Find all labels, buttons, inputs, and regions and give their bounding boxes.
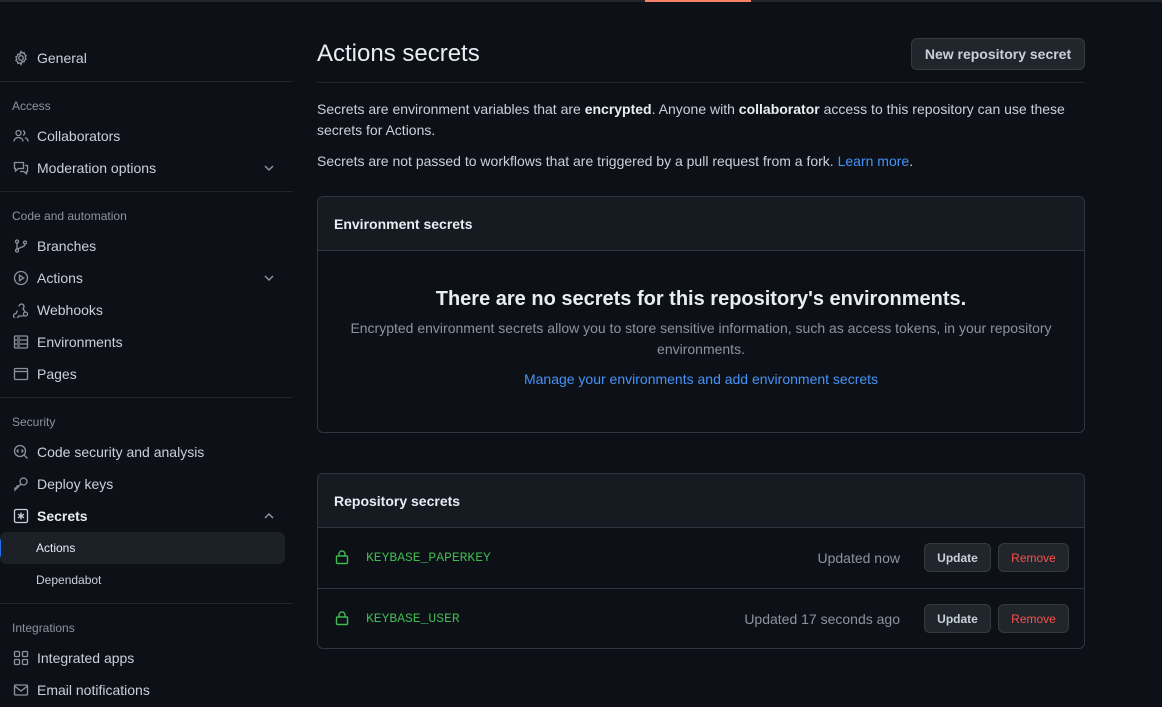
sidebar-item-email-notifications[interactable]: Email notifications [0,674,293,706]
sidebar-item-code-security[interactable]: Code security and analysis [0,436,293,468]
chevron-down-icon[interactable] [261,270,277,286]
sidebar-item-label: Moderation options [37,160,157,176]
sidebar-item-label: Branches [37,238,97,254]
page-title: Actions secrets [317,40,480,67]
sidebar-item-actions[interactable]: Actions [0,262,293,294]
sidebar-item-label: Email notifications [37,682,150,698]
secret-row: KEYBASE_USER Updated 17 seconds ago Upda… [318,588,1084,648]
sidebar-item-deploy-keys[interactable]: Deploy keys [0,468,293,500]
sidebar-divider [0,81,293,82]
secret-list: KEYBASE_PAPERKEY Updated now Update Remo… [318,528,1084,648]
mail-icon [12,681,30,699]
remove-secret-button[interactable]: Remove [998,604,1069,633]
new-repository-secret-button[interactable]: New repository secret [911,38,1085,70]
section-title-security: Security [12,415,56,429]
sidebar-item-moderation[interactable]: Moderation options [0,152,293,184]
comment-discussion-icon [12,159,30,177]
settings-sidebar: General Access Collaborators Moderation … [0,0,293,707]
empty-state-description: Encrypted environment secrets allow you … [350,320,1052,357]
webhook-icon [12,301,30,319]
sidebar-item-label: Collaborators [37,128,121,144]
sidebar-item-label: General [37,50,87,66]
lock-icon [335,611,349,626]
section-title-access: Access [12,99,51,113]
lock-icon [335,550,349,565]
active-tab-indicator [645,0,751,2]
learn-more-link[interactable]: Learn more [838,153,910,169]
title-divider [317,82,1085,83]
gear-icon [12,49,30,67]
secret-updated-time: Updated 17 seconds ago [744,611,900,627]
sidebar-item-label: Dependabot [36,573,102,587]
codescan-icon [12,443,30,461]
sidebar-item-collaborators[interactable]: Collaborators [0,120,293,152]
secret-updated-time: Updated now [817,550,900,566]
sidebar-item-label: Secrets [37,508,88,524]
git-branch-icon [12,237,30,255]
sidebar-item-label: Actions [37,270,83,286]
secret-name: KEYBASE_PAPERKEY [366,550,491,565]
section-title-integrations: Integrations [12,621,75,635]
play-icon [12,269,30,287]
repository-secrets-header: Repository secrets [318,474,1084,528]
repository-secrets-box: Repository secrets KEYBASE_PAPERKEY Upda… [317,473,1085,649]
section-title-code-automation: Code and automation [12,209,127,223]
sidebar-item-secrets[interactable]: Secrets [0,500,293,532]
fork-note: Secrets are not passed to workflows that… [317,153,914,169]
secret-row: KEYBASE_PAPERKEY Updated now Update Remo… [318,528,1084,588]
sidebar-item-label: Environments [37,334,123,350]
update-secret-button[interactable]: Update [924,604,991,633]
chevron-down-icon[interactable] [261,160,277,176]
sidebar-divider [0,603,293,604]
sidebar-item-label: Code security and analysis [37,444,205,460]
chevron-up-icon[interactable] [261,508,277,524]
sidebar-item-label: Pages [37,366,77,382]
environment-secrets-header: Environment secrets [318,197,1084,251]
sidebar-item-label: Webhooks [37,302,103,318]
sidebar-subitem-secrets-dependabot[interactable]: Dependabot [0,564,285,596]
update-secret-button[interactable]: Update [924,543,991,572]
sidebar-divider [0,191,293,192]
sidebar-item-environments[interactable]: Environments [0,326,293,358]
secrets-description: Secrets are environment variables that a… [317,101,1065,138]
people-icon [12,127,30,145]
sidebar-item-label: Integrated apps [37,650,135,666]
browser-icon [12,365,30,383]
sidebar-subitem-secrets-actions[interactable]: Actions [0,532,285,564]
server-icon [12,333,30,351]
sidebar-item-pages[interactable]: Pages [0,358,293,390]
apps-icon [12,649,30,667]
sidebar-divider [0,397,293,398]
remove-secret-button[interactable]: Remove [998,543,1069,572]
asterisk-icon [12,507,30,525]
environment-secrets-box: Environment secrets There are no secrets… [317,196,1085,433]
sidebar-item-general[interactable]: General [0,42,293,74]
sidebar-item-integrated-apps[interactable]: Integrated apps [0,642,293,674]
empty-state-link-wrap: Manage your environments and add environ… [318,371,1084,387]
sidebar-item-webhooks[interactable]: Webhooks [0,294,293,326]
secret-name: KEYBASE_USER [366,611,460,626]
key-icon [12,475,30,493]
sidebar-item-label: Actions [36,541,76,555]
empty-state-title: There are no secrets for this repository… [435,288,967,310]
manage-environments-link[interactable]: Manage your environments and add environ… [524,371,878,387]
sidebar-item-branches[interactable]: Branches [0,230,293,262]
sidebar-item-label: Deploy keys [37,476,114,492]
